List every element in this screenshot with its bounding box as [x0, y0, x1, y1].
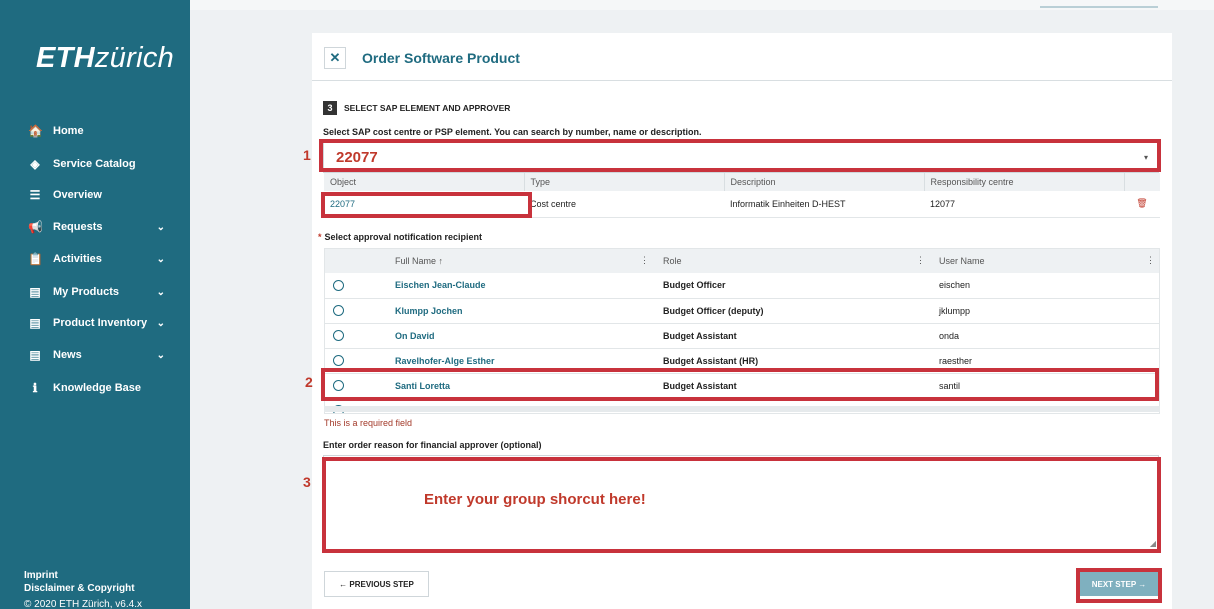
required-field-message: This is a required field — [324, 418, 413, 428]
imprint-link[interactable]: Imprint — [24, 570, 58, 581]
radio-button[interactable] — [333, 330, 344, 342]
cost-centre-label: Select SAP cost centre or PSP element. Y… — [323, 127, 702, 137]
annotation-number-3: 3 — [303, 474, 311, 490]
header-label: Full Name ↑ — [395, 256, 444, 266]
eth-logo[interactable]: ETHzürich — [36, 42, 174, 75]
clipboard-icon: 📋 — [28, 252, 43, 266]
type-cell: Cost centre — [524, 191, 724, 218]
user-name-cell: eischen — [931, 273, 1159, 299]
disclaimer-link[interactable]: Disclaimer & Copyright — [24, 583, 135, 594]
annotation-box-reason — [322, 457, 1161, 553]
role-cell: Budget Assistant — [655, 323, 931, 349]
sidebar-item-label: Requests — [53, 221, 103, 233]
annotation-box-next-step — [1076, 568, 1162, 603]
chevron-down-icon[interactable]: ⌄ — [157, 350, 165, 361]
full-name-cell[interactable]: Klumpp Jochen — [387, 298, 655, 324]
approver-label-text: Select approval notification recipient — [324, 232, 483, 242]
previous-step-button[interactable]: ← PREVIOUS STEP — [324, 571, 429, 597]
annotation-number-1: 1 — [303, 147, 311, 163]
responsibility-cell: 12077 — [924, 191, 1124, 218]
sidebar-item-product-inventory[interactable]: ▤ Product Inventory ⌄ — [0, 308, 190, 338]
sidebar-item-label: Knowledge Base — [53, 382, 142, 394]
radio-cell[interactable] — [325, 298, 387, 324]
annotation-number-2: 2 — [305, 374, 313, 390]
info-icon: ℹ — [32, 381, 38, 395]
top-button-edge[interactable] — [1040, 6, 1158, 8]
chevron-down-icon[interactable]: ⌄ — [157, 287, 165, 298]
layers-icon: ◈ — [30, 157, 40, 171]
step-title: SELECT SAP ELEMENT AND APPROVER — [344, 103, 511, 113]
trash-icon[interactable]: 🗑 — [1124, 191, 1160, 218]
sidebar-item-service-catalog[interactable]: ◈ Service Catalog — [0, 149, 190, 179]
megaphone-icon: 📢 — [28, 220, 43, 234]
kebab-icon[interactable]: ⋮ — [1146, 255, 1155, 266]
top-strip — [190, 0, 1214, 10]
annotation-box-approver — [321, 368, 1159, 401]
role-cell: Budget Officer (deputy) — [655, 298, 931, 324]
reason-label: Enter order reason for financial approve… — [323, 440, 542, 450]
annotation-box-cost-centre — [319, 139, 1161, 172]
sidebar-item-overview[interactable]: ☰ Overview — [0, 180, 190, 210]
home-icon: 🏠 — [28, 124, 43, 138]
page-title: Order Software Product — [362, 50, 520, 66]
radio-button[interactable] — [333, 279, 344, 291]
sidebar-item-label: Service Catalog — [53, 158, 136, 170]
radio-cell[interactable] — [325, 273, 387, 299]
description-cell: Informatik Einheiten D-HEST — [724, 191, 924, 218]
user-name-cell: jklumpp — [931, 298, 1159, 324]
sidebar-item-activities[interactable]: 📋 Activities ⌄ — [0, 244, 190, 274]
sidebar-item-label: Home — [53, 125, 84, 137]
column-header-object[interactable]: Object — [324, 173, 525, 191]
sidebar-item-label: My Products — [53, 286, 120, 298]
full-name-cell[interactable]: On David — [387, 323, 655, 349]
annotation-box-object — [321, 192, 532, 218]
sidebar-item-label: News — [53, 349, 82, 361]
sidebar-item-news[interactable]: ▤ News ⌄ — [0, 340, 190, 370]
table-row[interactable]: Eischen Jean-Claude Budget Officer eisch… — [325, 273, 1159, 299]
close-icon: ✕ — [329, 50, 341, 65]
required-star: * — [318, 232, 322, 242]
document-icon: ▤ — [29, 348, 41, 362]
column-header-responsibility[interactable]: Responsibility centre — [924, 173, 1125, 191]
chevron-down-icon[interactable]: ⌄ — [157, 222, 165, 233]
column-header-role[interactable]: Role ⋮ — [655, 249, 931, 273]
header-label: Role — [663, 256, 682, 266]
sidebar-item-home[interactable]: 🏠 Home — [0, 116, 190, 146]
kebab-icon[interactable]: ⋮ — [916, 255, 925, 266]
sidebar-item-label: Product Inventory — [53, 317, 148, 329]
column-header-user-name[interactable]: User Name ⋮ — [931, 249, 1159, 273]
sidebar-item-my-products[interactable]: ▤ My Products ⌄ — [0, 277, 190, 307]
step-number-badge: 3 — [323, 101, 337, 115]
full-name-cell[interactable]: Eischen Jean-Claude — [387, 273, 655, 299]
close-button[interactable]: ✕ — [324, 47, 346, 69]
document-icon: ▤ — [29, 285, 41, 299]
horizontal-scrollbar[interactable] — [324, 406, 1160, 412]
sidebar-item-label: Activities — [53, 253, 102, 265]
table-row[interactable]: Klumpp Jochen Budget Officer (deputy) jk… — [325, 298, 1159, 324]
column-header-type[interactable]: Type — [524, 173, 725, 191]
list-icon: ☰ — [29, 188, 41, 202]
role-cell: Budget Officer — [655, 273, 931, 299]
sidebar-item-label: Overview — [53, 189, 102, 201]
sidebar-item-knowledge-base[interactable]: ℹ Knowledge Base — [0, 373, 190, 403]
table-row[interactable]: On David Budget Assistant onda — [325, 323, 1159, 349]
user-name-cell: onda — [931, 323, 1159, 349]
column-header-full-name[interactable]: Full Name ↑ ⋮ — [387, 249, 655, 273]
column-header-description[interactable]: Description — [724, 173, 925, 191]
sidebar-item-requests[interactable]: 📢 Requests ⌄ — [0, 212, 190, 242]
radio-button[interactable] — [333, 305, 344, 317]
approver-label: * Select approval notification recipient — [318, 232, 482, 242]
card-header: ✕ Order Software Product — [312, 33, 1172, 81]
column-header-select — [325, 249, 387, 273]
radio-cell[interactable] — [325, 323, 387, 349]
radio-button[interactable] — [333, 355, 344, 367]
chevron-down-icon[interactable]: ⌄ — [157, 254, 165, 265]
kebab-icon[interactable]: ⋮ — [640, 255, 649, 266]
chevron-down-icon[interactable]: ⌄ — [157, 318, 165, 329]
copyright-text: © 2020 ETH Zürich, v6.4.x — [24, 599, 142, 609]
column-header-actions — [1124, 173, 1160, 191]
sidebar: ETHzürich 🏠 Home ◈ Service Catalog ☰ Overvi… — [0, 0, 190, 609]
header-label: User Name — [939, 256, 985, 266]
document-icon: ▤ — [29, 316, 41, 330]
